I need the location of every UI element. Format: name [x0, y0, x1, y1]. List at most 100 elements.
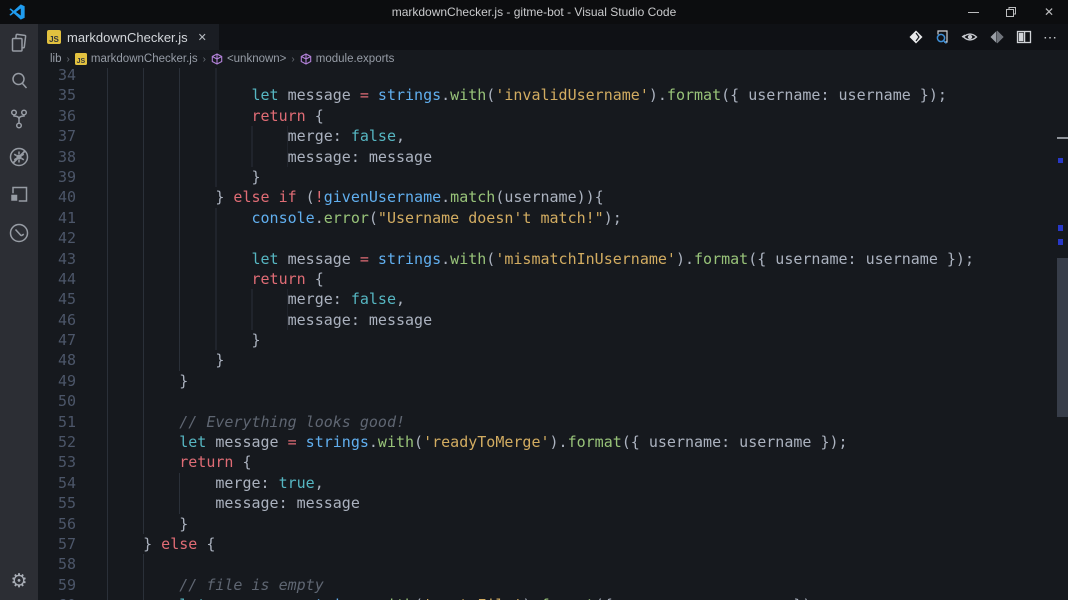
line-number: 49 [38, 371, 76, 391]
line-number: 59 [38, 575, 76, 595]
code-line[interactable]: 37merge: false, [38, 126, 1057, 146]
source-control-icon[interactable] [0, 100, 38, 138]
line-number: 42 [38, 228, 76, 248]
breadcrumb-item-unknown[interactable]: <unknown> [211, 53, 286, 65]
breadcrumb-item-module-exports[interactable]: module.exports [300, 53, 395, 65]
line-number: 34 [38, 68, 76, 85]
code-editor[interactable]: 3435let message = strings.with('invalidU… [38, 68, 1068, 600]
code-line[interactable]: 60let message = strings.with('emptyFile'… [38, 595, 1057, 600]
close-icon: ✕ [1044, 6, 1054, 18]
code-line[interactable]: 38message: message [38, 147, 1057, 167]
line-number: 35 [38, 85, 76, 105]
code-line[interactable]: 41console.error("Username doesn't match!… [38, 208, 1057, 228]
overview-ruler-mark [1058, 239, 1063, 245]
overview-ruler-mark [1058, 158, 1063, 163]
debug-disabled-icon[interactable] [0, 138, 38, 176]
code-line[interactable]: 34 [38, 68, 1057, 85]
indent-guides [107, 68, 251, 85]
line-number: 47 [38, 330, 76, 350]
indent-guides [107, 514, 179, 534]
code-line[interactable]: 50 [38, 391, 1057, 411]
code-line[interactable]: 47} [38, 330, 1057, 350]
activity-bar: ⚙ [0, 24, 38, 600]
indent-guides [107, 473, 215, 493]
code-line[interactable]: 45merge: false, [38, 289, 1057, 309]
code-line[interactable]: 55message: message [38, 493, 1057, 513]
breadcrumb: lib › JS markdownChecker.js › <unknown> … [38, 50, 1068, 68]
window-controls: ✕ [954, 0, 1068, 24]
code-line[interactable]: 56} [38, 514, 1057, 534]
line-number: 50 [38, 391, 76, 411]
code-line[interactable]: 44return { [38, 269, 1057, 289]
code-line[interactable]: 35let message = strings.with('invalidUse… [38, 85, 1057, 105]
code-line[interactable]: 57} else { [38, 534, 1057, 554]
close-button[interactable]: ✕ [1030, 0, 1068, 24]
indent-guides [107, 208, 251, 228]
scrollbar[interactable] [1057, 68, 1068, 600]
code-line[interactable]: 48} [38, 350, 1057, 370]
line-number: 48 [38, 350, 76, 370]
indent-guides [107, 575, 179, 595]
restore-button[interactable] [992, 0, 1030, 24]
gauge-icon[interactable] [0, 214, 38, 252]
tab-markdownchecker[interactable]: JS markdownChecker.js ✕ [38, 24, 219, 50]
search-document-icon[interactable] [929, 24, 956, 50]
tab-label: markdownChecker.js [67, 30, 188, 45]
line-number: 56 [38, 514, 76, 534]
indent-guides [107, 493, 215, 513]
line-number: 57 [38, 534, 76, 554]
line-number: 43 [38, 249, 76, 269]
code-line[interactable]: 42 [38, 228, 1057, 248]
code-line[interactable]: 53return { [38, 452, 1057, 472]
code-line[interactable]: 39} [38, 167, 1057, 187]
line-number: 54 [38, 473, 76, 493]
breadcrumb-separator: › [203, 54, 206, 65]
code-line[interactable]: 40} else if (!givenUsername.match(userna… [38, 187, 1057, 207]
indent-guides [107, 167, 251, 187]
code-content[interactable]: 3435let message = strings.with('invalidU… [38, 68, 1057, 600]
namespace-icon [300, 53, 312, 65]
code-line[interactable]: 52let message = strings.with('readyToMer… [38, 432, 1057, 452]
code-line[interactable]: 54merge: true, [38, 473, 1057, 493]
split-editor-icon[interactable] [1010, 24, 1037, 50]
js-file-icon: JS [75, 53, 87, 65]
explorer-icon[interactable] [0, 24, 38, 62]
js-file-icon: JS [47, 30, 61, 44]
line-number: 58 [38, 554, 76, 574]
indent-guides [107, 187, 215, 207]
breadcrumb-separator: › [291, 54, 294, 65]
code-line[interactable]: 43let message = strings.with('mismatchIn… [38, 249, 1057, 269]
code-line[interactable]: 36return { [38, 106, 1057, 126]
line-number: 52 [38, 432, 76, 452]
minimize-button[interactable] [954, 0, 992, 24]
indent-guides [107, 534, 143, 554]
indent-guides [107, 391, 179, 411]
code-line[interactable]: 59// file is empty [38, 575, 1057, 595]
line-number: 45 [38, 289, 76, 309]
diamond-icon[interactable] [983, 24, 1010, 50]
gear-icon[interactable]: ⚙ [0, 566, 38, 596]
scrollbar-thumb[interactable] [1057, 258, 1068, 417]
prettier-diamond-icon[interactable] [902, 24, 929, 50]
code-line[interactable]: 58 [38, 554, 1057, 574]
code-line[interactable]: 46message: message [38, 310, 1057, 330]
indent-guides [107, 330, 251, 350]
tab-close-icon[interactable]: ✕ [196, 31, 209, 44]
extension-box-icon[interactable] [0, 176, 38, 214]
code-line[interactable]: 49} [38, 371, 1057, 391]
more-actions-icon[interactable]: ⋯ [1037, 24, 1064, 50]
line-number: 37 [38, 126, 76, 146]
breadcrumb-item-lib[interactable]: lib [50, 53, 62, 65]
restore-icon [1005, 6, 1017, 18]
breadcrumb-item-file[interactable]: JS markdownChecker.js [75, 53, 198, 65]
line-number: 46 [38, 310, 76, 330]
indent-guides [107, 554, 179, 574]
indent-guides [107, 228, 251, 248]
preview-eye-icon[interactable] [956, 24, 983, 50]
overview-ruler-mark [1057, 137, 1068, 139]
line-number: 38 [38, 147, 76, 167]
search-icon[interactable] [0, 62, 38, 100]
code-line[interactable]: 51// Everything looks good! [38, 412, 1057, 432]
line-number: 40 [38, 187, 76, 207]
indent-guides [107, 412, 179, 432]
